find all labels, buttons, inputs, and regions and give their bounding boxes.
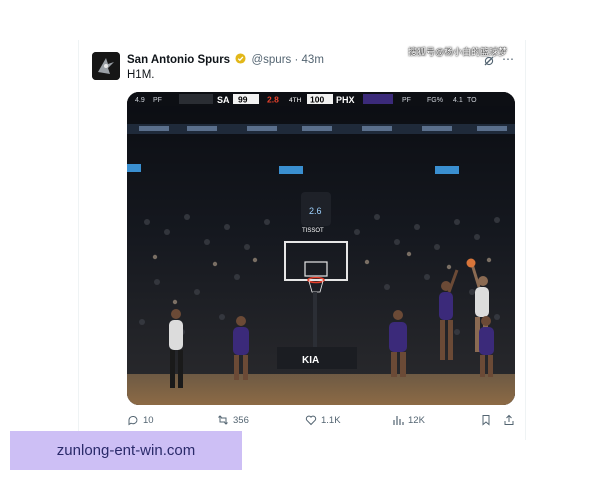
- sb-fg-label: FG%: [427, 97, 443, 104]
- tweet-time[interactable]: 43m: [302, 54, 324, 66]
- promo-banner[interactable]: zunlong-ent-win.com: [10, 431, 242, 470]
- tweet-text: H1M.: [127, 69, 155, 81]
- tweet-header: San Antonio Spurs @spurs · 43m: [127, 53, 324, 66]
- header-separator: ·: [294, 54, 299, 66]
- share-button[interactable]: [503, 414, 515, 426]
- reply-button[interactable]: 10: [127, 414, 154, 426]
- reply-count: 10: [143, 414, 154, 426]
- spurs-logo-icon: [92, 52, 120, 80]
- sb-fg-value: 4.1: [453, 97, 463, 104]
- sb-clock: 2.8: [267, 95, 279, 105]
- repost-count: 356: [233, 414, 249, 426]
- sb-quarter: 4TH: [289, 97, 302, 104]
- sb-left-stat-label: PF: [153, 97, 162, 104]
- more-options-icon[interactable]: ⋯: [502, 52, 514, 66]
- shot-clock: 2.6: [309, 206, 322, 216]
- author-handle[interactable]: @spurs: [251, 54, 291, 66]
- sponsor-top: TISSOT: [302, 228, 324, 234]
- verified-badge-icon: [235, 53, 246, 64]
- like-button[interactable]: 1.1K: [305, 414, 341, 426]
- sb-away-score: 100: [310, 95, 324, 105]
- analytics-icon: [393, 416, 404, 425]
- sb-to-label: TO: [467, 97, 477, 104]
- like-count: 1.1K: [321, 414, 341, 426]
- tweet-photo[interactable]: 4.9 PF SA 99 2.8 4TH 100 PHX PF FG% 4.1 …: [127, 92, 515, 405]
- sb-left-stat-value: 4.9: [135, 97, 145, 104]
- bookmark-button[interactable]: [480, 414, 492, 426]
- sb-right-stat-label: PF: [402, 97, 411, 104]
- repost-icon: [218, 415, 228, 425]
- sb-away-team: PHX: [336, 95, 355, 105]
- sponsor-bottom: KIA: [302, 355, 319, 366]
- promo-banner-text: zunlong-ent-win.com: [56, 442, 196, 459]
- sb-home-score: 99: [238, 95, 248, 105]
- views-button[interactable]: 12K: [392, 414, 425, 426]
- reply-icon: [128, 415, 138, 426]
- bookmark-icon: [482, 415, 490, 426]
- heart-icon: [305, 415, 317, 426]
- share-icon: [504, 414, 514, 425]
- author-name[interactable]: San Antonio Spurs: [127, 54, 230, 66]
- basketball-photo: 4.9 PF SA 99 2.8 4TH 100 PHX PF FG% 4.1 …: [127, 92, 515, 405]
- repost-button[interactable]: 356: [217, 414, 249, 426]
- view-count: 12K: [408, 414, 425, 426]
- avatar[interactable]: [92, 52, 120, 80]
- sb-home-team: SA: [217, 95, 230, 105]
- tweet-actions: 10 356 1.1K 12K: [127, 414, 515, 430]
- grok-icon[interactable]: [483, 55, 495, 67]
